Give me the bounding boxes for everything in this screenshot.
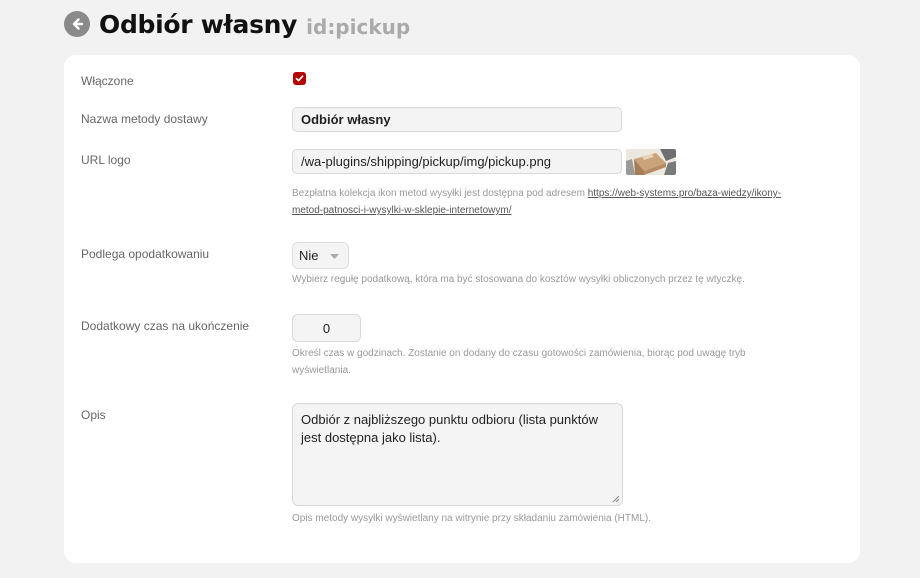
logo-url-input[interactable]: /wa-plugins/shipping/pickup/img/pickup.p… xyxy=(292,149,622,174)
chevron-down-icon xyxy=(330,254,339,259)
name-label: Nazwa metody dostawy xyxy=(81,112,208,126)
description-label: Opis xyxy=(81,408,106,422)
logo-preview-image xyxy=(626,149,676,175)
description-hint: Opis metody wysyłki wyświetlany na witry… xyxy=(292,513,651,524)
description-textarea[interactable]: Odbiór z najbliższego punktu odbioru (li… xyxy=(292,403,623,506)
enabled-checkbox[interactable] xyxy=(293,72,306,85)
enabled-label: Włączone xyxy=(81,74,134,88)
description-line1: Odbiór z najbliższego punktu odbioru (li… xyxy=(301,412,599,427)
page-header: Odbiór własny id:pickup xyxy=(64,8,410,40)
tax-select-value: Nie xyxy=(299,248,319,263)
tax-select[interactable]: Nie xyxy=(292,242,349,269)
settings-card: Włączone Nazwa metody dostawy Odbiór wła… xyxy=(64,55,860,563)
logo-url-label: URL logo xyxy=(81,153,131,167)
extra-time-hint: Określ czas w godzinach. Zostanie on dod… xyxy=(292,345,746,379)
extra-time-label: Dodatkowy czas na ukończenie xyxy=(81,319,250,333)
tax-label: Podlega opodatkowaniu xyxy=(81,247,210,261)
logo-hint: Bezpłatna kolekcja ikon metod wysyłki je… xyxy=(292,185,852,219)
tax-hint: Wybierz regułę podatkową, która ma być s… xyxy=(292,274,745,285)
checkmark-icon xyxy=(295,75,304,82)
shipping-name-input[interactable]: Odbiór własny xyxy=(292,107,622,132)
extra-time-input[interactable]: 0 xyxy=(292,314,361,342)
extra-time-hint-line2: wyświetlania. xyxy=(292,365,351,376)
icons-collection-link[interactable]: https://web-systems.pro/baza-wiedzy/ikon… xyxy=(588,188,781,199)
plugin-id-label: id:pickup xyxy=(306,15,411,39)
resize-handle-icon[interactable] xyxy=(612,495,620,503)
description-line2: jest dostępna jako lista). xyxy=(301,430,441,445)
logo-hint-text: Bezpłatna kolekcja ikon metod wysyłki je… xyxy=(292,188,588,199)
extra-time-hint-line1: Określ czas w godzinach. Zostanie on dod… xyxy=(292,348,746,359)
icons-collection-link-cont[interactable]: metod-patnosci-i-wysylki-w-sklepie-inter… xyxy=(292,205,512,216)
back-button[interactable] xyxy=(64,11,90,37)
arrow-left-icon xyxy=(72,18,84,30)
page-title: Odbiór własny xyxy=(99,9,298,39)
